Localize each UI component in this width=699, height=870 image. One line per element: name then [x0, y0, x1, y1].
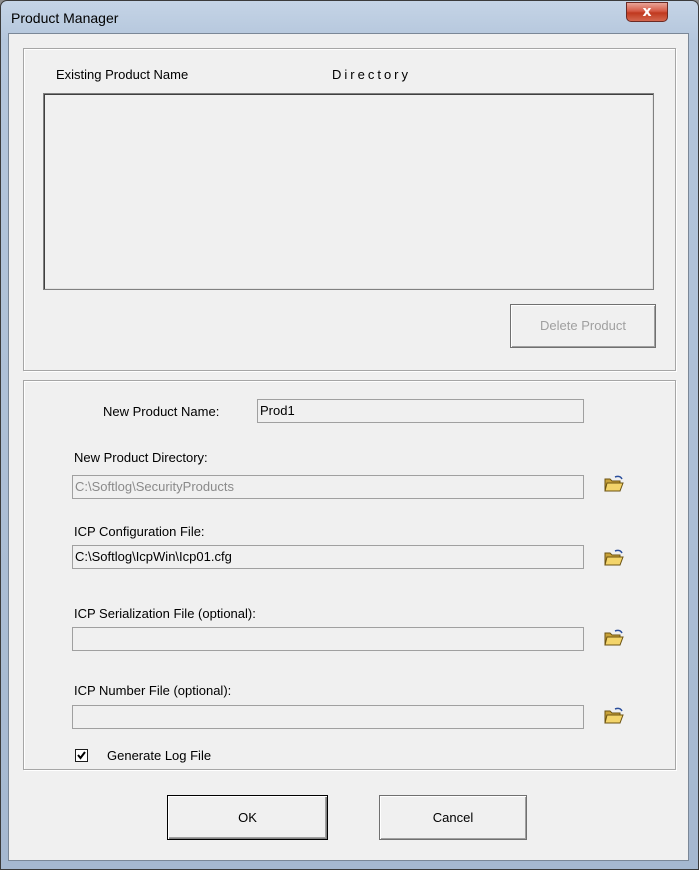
existing-products-list[interactable] [43, 93, 654, 290]
ok-button[interactable]: OK [167, 795, 328, 840]
config-browse-button[interactable] [602, 547, 626, 569]
delete-product-button[interactable]: Delete Product [510, 304, 656, 348]
column-header-directory[interactable]: Directory [332, 67, 411, 82]
number-file-browse-button[interactable] [602, 705, 626, 727]
window-title: Product Manager [11, 10, 119, 26]
config-label: ICP Configuration File: [74, 524, 205, 539]
generate-log-checkbox[interactable] [75, 749, 88, 762]
directory-label: New Product Directory: [74, 450, 208, 465]
serialization-label: ICP Serialization File (optional): [74, 606, 256, 621]
config-input[interactable]: C:\Softlog\IcpWin\Icp01.cfg [72, 545, 584, 569]
directory-browse-button[interactable] [602, 473, 626, 495]
generate-log-label[interactable]: Generate Log File [107, 748, 211, 763]
serialization-input[interactable] [72, 627, 584, 651]
directory-input[interactable]: C:\Softlog\SecurityProducts [72, 475, 584, 499]
product-name-label: New Product Name: [103, 404, 220, 419]
title-bar[interactable]: Product Manager x [1, 1, 698, 35]
column-header-product-name[interactable]: Existing Product Name [56, 67, 188, 82]
cancel-button[interactable]: Cancel [379, 795, 527, 840]
number-file-input[interactable] [72, 705, 584, 729]
number-file-label: ICP Number File (optional): [74, 683, 232, 698]
serialization-browse-button[interactable] [602, 627, 626, 649]
close-button[interactable]: x [626, 2, 668, 22]
product-name-input[interactable]: Prod1 [257, 399, 584, 423]
close-icon: x [642, 4, 652, 20]
checkmark-icon [77, 751, 86, 760]
